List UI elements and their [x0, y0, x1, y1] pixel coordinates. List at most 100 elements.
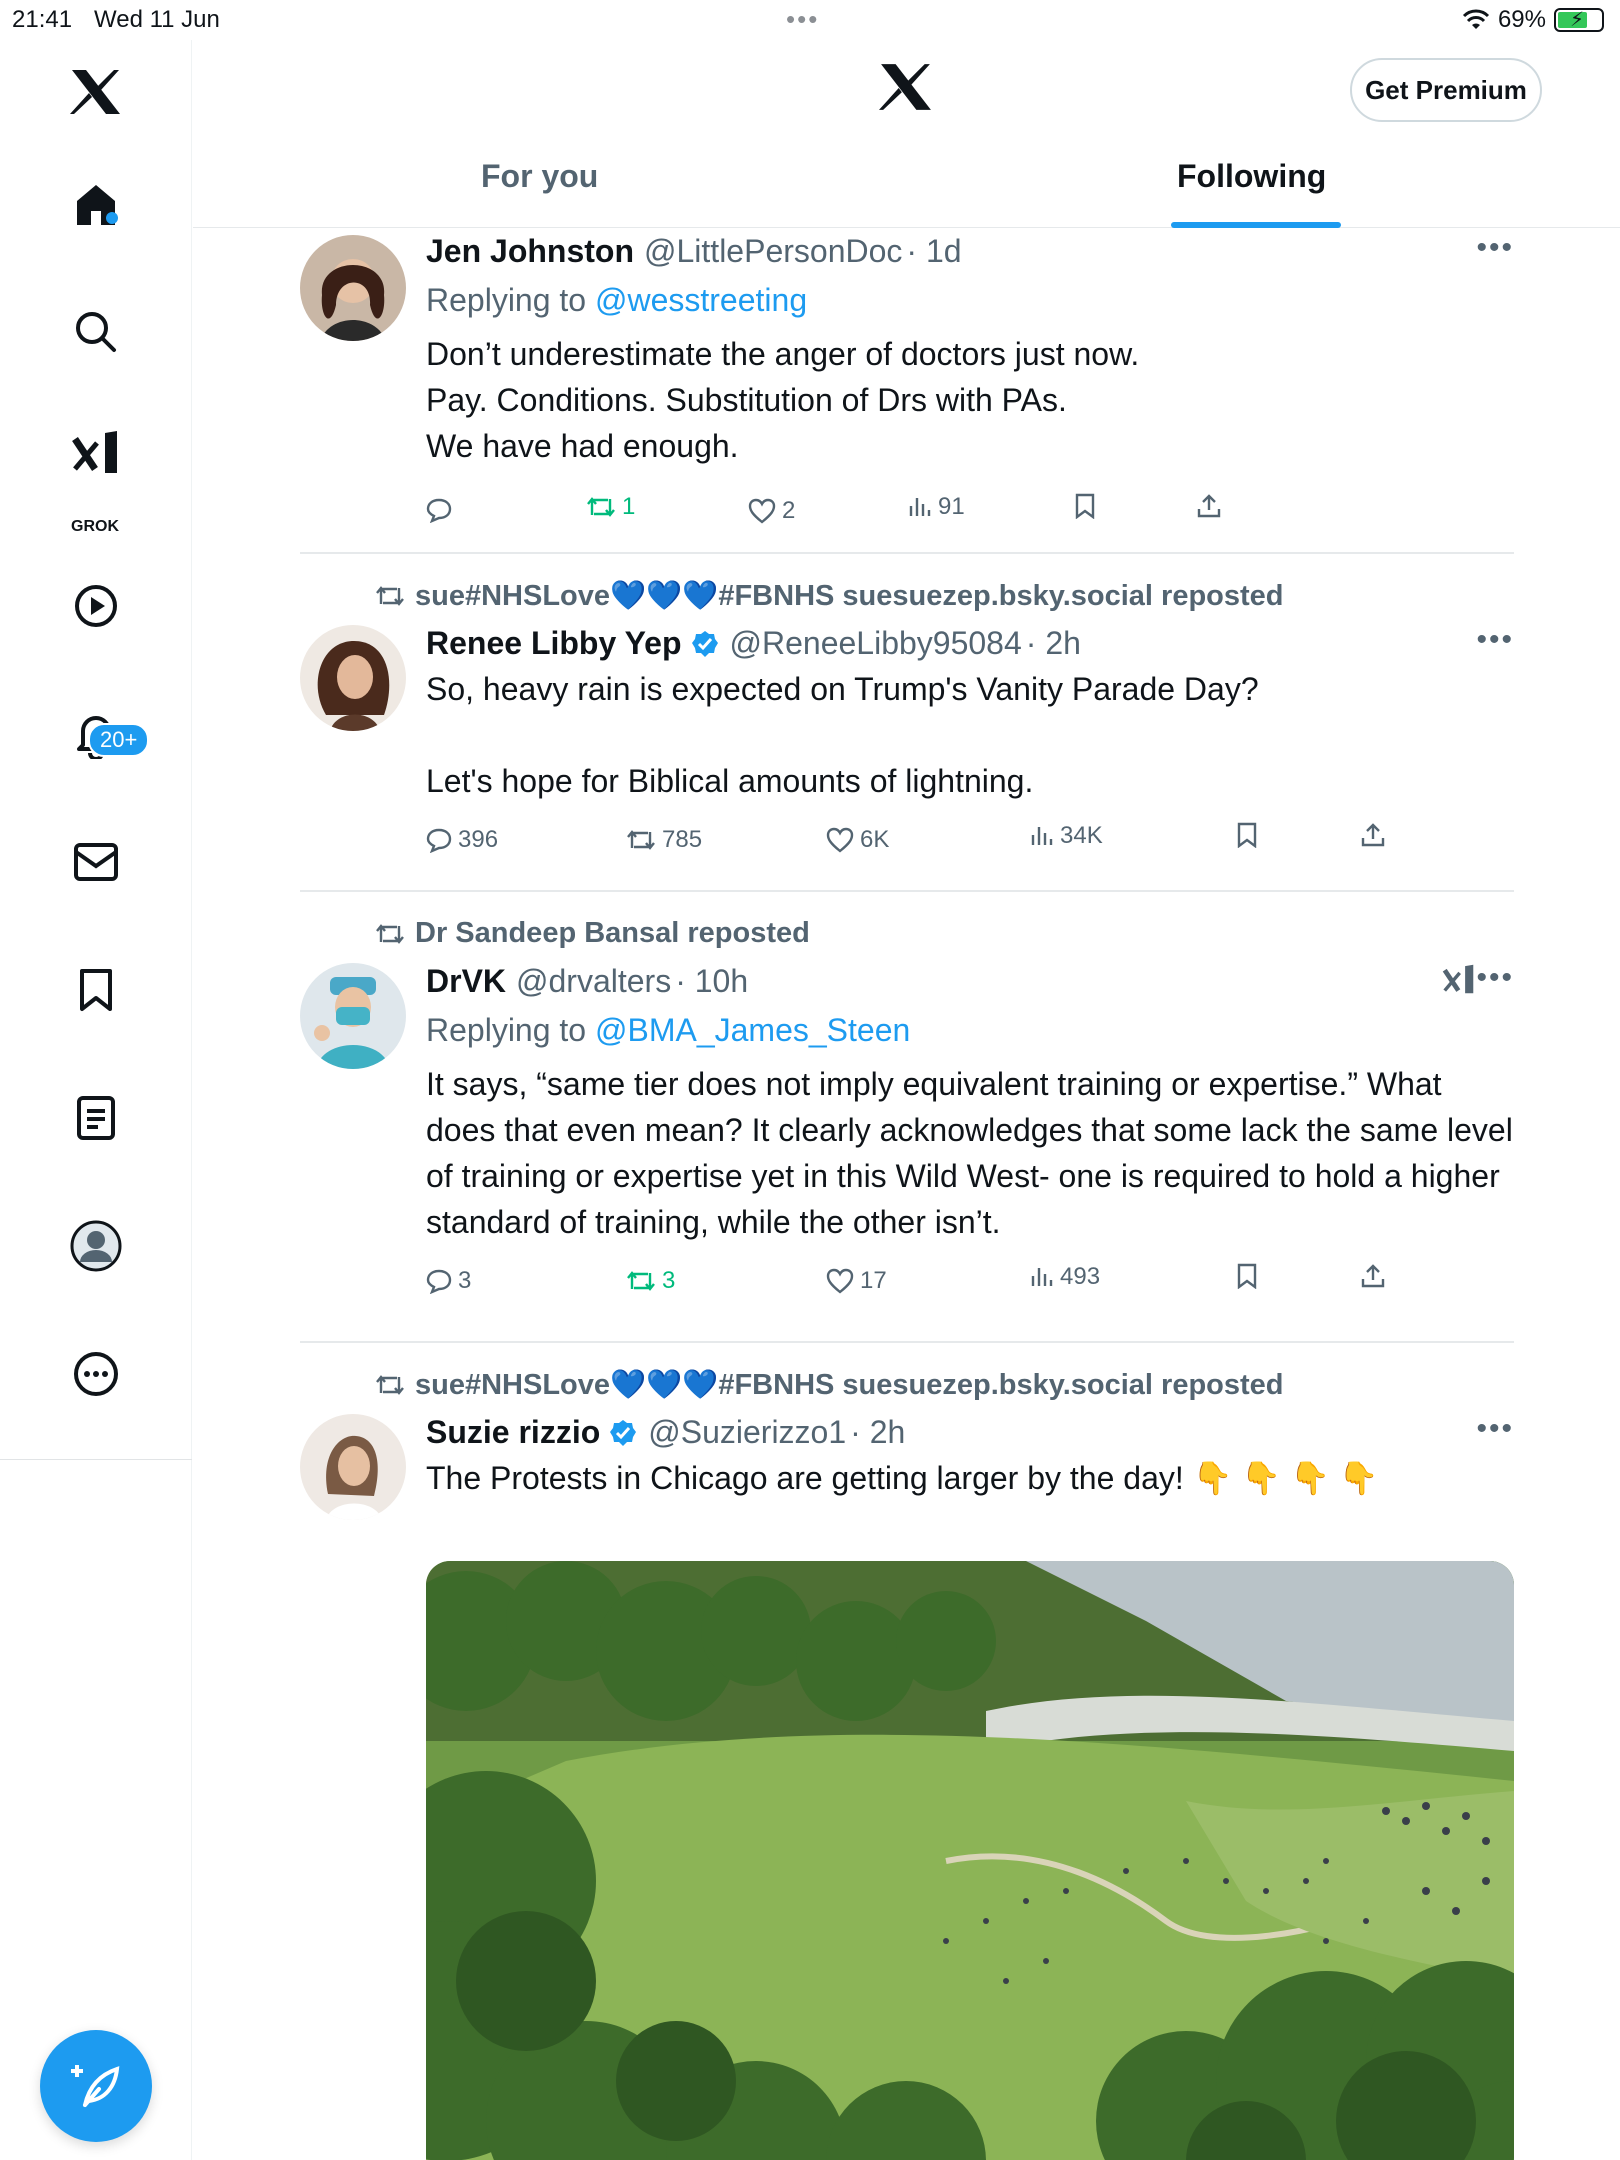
compose-feather-icon: [71, 2065, 120, 2107]
grok-explain-icon[interactable]: [1442, 963, 1476, 995]
reply-icon: [426, 498, 452, 523]
bookmark-button[interactable]: [1236, 1263, 1258, 1289]
tweet-text: The Protests in Chicago are getting larg…: [426, 1460, 1379, 1496]
more-options-icon[interactable]: •••: [1476, 623, 1514, 657]
like-button[interactable]: 17: [826, 1267, 887, 1295]
views-button[interactable]: 34K: [1030, 822, 1103, 850]
repost-button[interactable]: 3: [626, 1267, 675, 1295]
tweet-media-video[interactable]: [426, 1561, 1514, 2160]
reply-icon: [426, 1269, 452, 1294]
tweet-time[interactable]: · 1d: [906, 233, 961, 270]
reply-button[interactable]: 396: [426, 826, 498, 854]
tweet[interactable]: Dr Sandeep Bansal reposted DrVK @drvalte…: [300, 917, 1514, 1337]
view-count: 34K: [1060, 822, 1103, 849]
views-button[interactable]: 493: [1030, 1263, 1100, 1291]
repost-by-text: sue#NHSLove💙💙💙#FBNHS suesuezep.bsky.soci…: [415, 580, 1284, 612]
status-indicators: 69% ⚡: [1462, 6, 1604, 34]
avatar[interactable]: [300, 963, 406, 1069]
tweet[interactable]: sue#NHSLove💙💙💙#FBNHS suesuezep.bsky.soci…: [300, 1368, 1514, 2160]
more-options-icon[interactable]: [0, 1344, 192, 1404]
status-date: Wed 11 Jun: [94, 6, 220, 33]
search-icon[interactable]: [0, 302, 192, 362]
home-unread-dot: [106, 212, 118, 224]
messages-envelope-icon[interactable]: [0, 832, 192, 892]
replying-to-prefix: Replying to: [426, 282, 595, 318]
more-options-icon[interactable]: •••: [1476, 961, 1514, 995]
tweet-actions: 396 785 6K 34K: [426, 818, 1514, 868]
share-icon: [1361, 1264, 1385, 1288]
get-premium-button[interactable]: Get Premium: [1350, 58, 1542, 122]
replying-to: Replying to @wesstreeting: [426, 282, 1514, 319]
share-button[interactable]: [1360, 822, 1386, 848]
reply-to-link[interactable]: @wesstreeting: [595, 282, 807, 318]
status-time: 21:41: [12, 6, 73, 33]
repost-context[interactable]: sue#NHSLove💙💙💙#FBNHS suesuezep.bsky.soci…: [375, 579, 1284, 613]
heart-icon: [826, 827, 854, 853]
x-logo-icon[interactable]: [879, 62, 933, 117]
tweet-time[interactable]: · 2h: [850, 1414, 905, 1451]
lists-icon[interactable]: [0, 1088, 192, 1148]
grok-icon[interactable]: [0, 424, 192, 480]
verified-badge-icon: [691, 630, 718, 657]
timeline-feed[interactable]: Jen Johnston @LittlePersonDoc · 1d Reply…: [193, 229, 1620, 2160]
avatar[interactable]: [300, 235, 406, 341]
repost-button[interactable]: 1: [586, 493, 635, 521]
tweet[interactable]: sue#NHSLove💙💙💙#FBNHS suesuezep.bsky.soci…: [300, 579, 1514, 879]
tweet-time[interactable]: · 10h: [675, 963, 748, 1000]
tab-for-you[interactable]: For you: [481, 158, 598, 195]
author-handle[interactable]: @LittlePersonDoc: [644, 233, 902, 270]
repost-button[interactable]: 785: [626, 826, 702, 854]
tab-following[interactable]: Following: [1177, 158, 1326, 195]
repost-icon: [376, 923, 404, 944]
like-button[interactable]: 2: [748, 497, 795, 525]
bookmark-button[interactable]: [1074, 493, 1096, 519]
profile-avatar-icon[interactable]: [0, 1216, 192, 1276]
compose-post-button[interactable]: [40, 2030, 152, 2142]
bookmark-button[interactable]: [1236, 822, 1258, 848]
author-handle[interactable]: @ReneeLibby95084: [730, 625, 1022, 662]
multitask-dots-icon[interactable]: •••: [786, 4, 819, 35]
author-handle[interactable]: @Suzierizzo1: [648, 1414, 846, 1451]
author-handle[interactable]: @drvalters: [516, 963, 671, 1000]
more-options-icon[interactable]: •••: [1476, 1412, 1514, 1446]
share-icon: [1197, 494, 1221, 518]
reply-count: 3: [458, 1267, 472, 1294]
repost-icon: [376, 586, 404, 606]
repost-icon: [587, 497, 615, 517]
share-button[interactable]: [1360, 1263, 1386, 1289]
battery-percent: 69%: [1497, 6, 1546, 33]
heart-icon: [748, 498, 776, 524]
tweet-text: It says, “same tier does not imply equiv…: [426, 1066, 1513, 1240]
views-button[interactable]: 91: [908, 493, 965, 521]
x-logo-icon[interactable]: [0, 62, 192, 122]
bookmarks-icon[interactable]: [0, 960, 192, 1020]
tweet-divider: [300, 890, 1514, 892]
share-icon: [1361, 823, 1385, 847]
author-name[interactable]: Renee Libby Yep: [426, 625, 682, 662]
view-count: 493: [1060, 1263, 1101, 1290]
bookmark-icon: [1075, 493, 1095, 519]
author-name[interactable]: Jen Johnston: [426, 233, 634, 270]
timeline-header: Get Premium For you Following: [193, 40, 1620, 228]
home-icon[interactable]: [0, 174, 192, 234]
author-name[interactable]: Suzie rizzio: [426, 1414, 600, 1451]
reply-button[interactable]: 3: [426, 1267, 471, 1295]
tweet-text: So, heavy rain is expected on Trump's Va…: [426, 671, 1259, 799]
avatar[interactable]: [300, 1414, 406, 1520]
more-options-icon[interactable]: •••: [1476, 231, 1514, 265]
replying-to-prefix: Replying to: [426, 1012, 595, 1048]
repost-context[interactable]: Dr Sandeep Bansal reposted: [375, 917, 810, 950]
share-button[interactable]: [1196, 493, 1222, 519]
like-button[interactable]: 6K: [826, 826, 889, 854]
bookmark-icon: [1237, 822, 1257, 848]
reply-to-link[interactable]: @BMA_James_Steen: [595, 1012, 910, 1048]
tweet-actions: 3 3 17 493: [426, 1259, 1514, 1309]
active-tab-indicator: [1171, 222, 1341, 228]
repost-context[interactable]: sue#NHSLove💙💙💙#FBNHS suesuezep.bsky.soci…: [375, 1368, 1284, 1402]
reply-button[interactable]: [426, 497, 458, 523]
author-name[interactable]: DrVK: [426, 963, 506, 1000]
tweet-time[interactable]: · 2h: [1026, 625, 1081, 662]
tweet[interactable]: Jen Johnston @LittlePersonDoc · 1d Reply…: [300, 229, 1514, 549]
video-play-icon[interactable]: [0, 576, 192, 636]
avatar[interactable]: [300, 625, 406, 731]
